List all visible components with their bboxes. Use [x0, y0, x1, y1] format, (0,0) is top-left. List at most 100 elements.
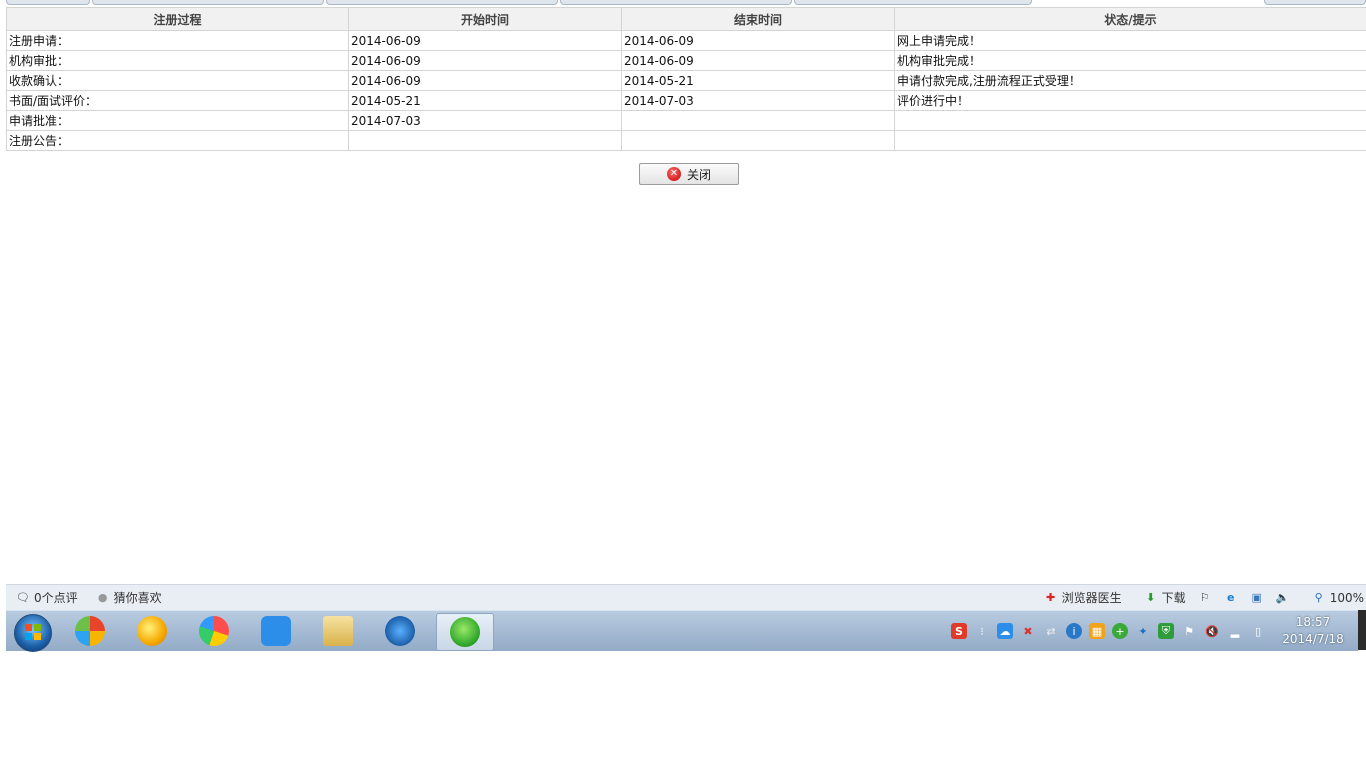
app-icon-3	[199, 616, 229, 646]
start-cell	[348, 130, 622, 151]
status-cell	[894, 130, 1366, 151]
status-text: 网上申请完成！	[897, 34, 984, 48]
table-row: 书面/面试评价： 2014-05-21 2014-07-03 评价进行中！	[6, 90, 1366, 111]
end-cell	[621, 110, 895, 131]
comment-icon: 🗨	[16, 591, 30, 604]
start-cell: 2014-05-21	[348, 90, 622, 111]
start-cell: 2014-06-09	[348, 50, 622, 71]
status-text	[897, 133, 899, 148]
plus-circle-icon[interactable]: +	[1112, 623, 1128, 639]
zoom-level: 100%	[1329, 590, 1364, 605]
status-text: 申请付款完成,注册流程正式受理！	[897, 74, 1083, 88]
tab-fragment[interactable]	[1264, 0, 1366, 5]
tab-fragment[interactable]	[326, 0, 558, 5]
show-desktop-button[interactable]	[1358, 610, 1366, 650]
network-tool-icon[interactable]: ⇄	[1043, 623, 1059, 639]
sogou-input-icon[interactable]: S	[951, 623, 967, 639]
registration-process-table: 注册过程 开始时间 结束时间 状态/提示 注册申请： 2014-06-09 20…	[6, 7, 1366, 151]
window-icon[interactable]: ▣	[1250, 591, 1264, 605]
download-label: 下载	[1161, 591, 1186, 605]
action-center-flag-icon[interactable]: ⚑	[1181, 623, 1197, 639]
status-cell: 申请付款完成,注册流程正式受理！	[894, 70, 1366, 91]
status-cell: 评价进行中！	[894, 90, 1366, 111]
status-text: 评价进行中！	[897, 94, 972, 108]
table-row: 收款确认： 2014-06-09 2014-05-21 申请付款完成,注册流程正…	[6, 70, 1366, 91]
dot-icon: ●	[97, 591, 108, 604]
ime-options-icon[interactable]: ⁝	[974, 623, 990, 639]
browser-icon	[450, 617, 480, 647]
info-icon[interactable]: i	[1066, 623, 1082, 639]
tab-fragment[interactable]	[6, 0, 90, 5]
download-arrow-icon: ⬇	[1146, 591, 1156, 604]
step-cell: 申请批准：	[6, 110, 349, 131]
status-text	[897, 113, 899, 128]
end-cell	[621, 130, 895, 151]
taskbar-app-2[interactable]	[124, 613, 180, 649]
baidu-cloud-tray-icon[interactable]: ☁	[997, 623, 1013, 639]
header-end-time: 结束时间	[621, 7, 895, 31]
system-tray: S ⁝ ☁ ✖ ⇄ i ▦ + ✦ ⛨ ⚑ 🔇 ▂ ▯	[951, 617, 1266, 645]
close-button[interactable]: ✕ 关闭	[639, 163, 739, 185]
tray-tool-icon[interactable]: ✖	[1020, 623, 1036, 639]
table-row: 注册公告：	[6, 130, 1366, 151]
status-cell: 机构审批完成！	[894, 50, 1366, 71]
taskbar-baidu-cloud[interactable]	[248, 613, 304, 649]
status-text: 机构审批完成！	[897, 54, 984, 68]
flag-icon[interactable]: ⚐	[1198, 591, 1212, 605]
step-cell: 书面/面试评价：	[6, 90, 349, 111]
step-cell: 收款确认：	[6, 70, 349, 91]
app-icon-2	[137, 616, 167, 646]
speaker-icon[interactable]: 🔈	[1276, 591, 1290, 605]
zoom-control[interactable]: ⚲ 100%	[1312, 591, 1364, 605]
windows-logo-icon	[25, 624, 41, 640]
file-explorer-icon	[323, 616, 353, 646]
app-icon-1	[75, 616, 105, 646]
tab-fragment[interactable]	[560, 0, 792, 5]
start-button[interactable]	[14, 614, 52, 652]
tab-strip	[6, 0, 1366, 5]
system-clock[interactable]: 18:57 2014/7/18	[1278, 614, 1348, 648]
header-start-time: 开始时间	[348, 7, 622, 31]
clock-date: 2014/7/18	[1282, 632, 1344, 646]
signal-bars-icon[interactable]: ▂	[1227, 623, 1243, 639]
close-circle-icon: ✕	[666, 167, 681, 181]
download-button[interactable]: ⬇ 下载	[1144, 589, 1186, 606]
taskbar-bird-app[interactable]	[372, 613, 428, 649]
table-row: 注册申请： 2014-06-09 2014-06-09 网上申请完成！	[6, 30, 1366, 51]
tab-fragment[interactable]	[92, 0, 324, 5]
taskbar-app-3[interactable]	[186, 613, 242, 649]
guess-link[interactable]: ● 猜你喜欢	[96, 589, 162, 606]
step-cell: 注册申请：	[6, 30, 349, 51]
taskbar-app-1[interactable]	[62, 613, 118, 649]
bird-app-icon	[385, 616, 415, 646]
browser-doctor-label: 浏览器医生	[1061, 591, 1122, 605]
comments-link[interactable]: 🗨 0个点评	[16, 589, 78, 606]
status-cell: 网上申请完成！	[894, 30, 1366, 51]
taskbar-browser[interactable]	[436, 613, 494, 651]
close-button-label: 关闭	[686, 167, 711, 182]
end-cell: 2014-06-09	[621, 30, 895, 51]
step-cell: 机构审批：	[6, 50, 349, 71]
start-cell: 2014-07-03	[348, 110, 622, 131]
table-row: 机构审批： 2014-06-09 2014-06-09 机构审批完成！	[6, 50, 1366, 71]
magnifier-icon: ⚲	[1314, 591, 1323, 604]
shield-scan-icon[interactable]: ✦	[1135, 623, 1151, 639]
header-status: 状态/提示	[894, 7, 1366, 31]
end-cell: 2014-07-03	[621, 90, 895, 111]
tab-fragment[interactable]	[794, 0, 1032, 5]
first-aid-icon: ✚	[1046, 591, 1056, 604]
header-step: 注册过程	[6, 7, 349, 31]
windows-taskbar: S ⁝ ☁ ✖ ⇄ i ▦ + ✦ ⛨ ⚑ 🔇 ▂ ▯ 18:57 2014/7…	[6, 610, 1358, 652]
taskbar-file-explorer[interactable]	[310, 613, 366, 649]
clock-time: 18:57	[1295, 615, 1331, 629]
security-shield-icon[interactable]: ⛨	[1158, 623, 1174, 639]
table-header-row: 注册过程 开始时间 结束时间 状态/提示	[6, 7, 1366, 31]
tray-app-icon[interactable]: ▦	[1089, 623, 1105, 639]
battery-icon[interactable]: ▯	[1250, 623, 1266, 639]
ie-icon[interactable]: e	[1224, 591, 1238, 605]
table-row: 申请批准： 2014-07-03	[6, 110, 1366, 131]
browser-doctor-button[interactable]: ✚ 浏览器医生	[1044, 589, 1122, 606]
muted-speaker-icon[interactable]: 🔇	[1204, 623, 1220, 639]
status-cell	[894, 110, 1366, 131]
step-cell: 注册公告：	[6, 130, 349, 151]
